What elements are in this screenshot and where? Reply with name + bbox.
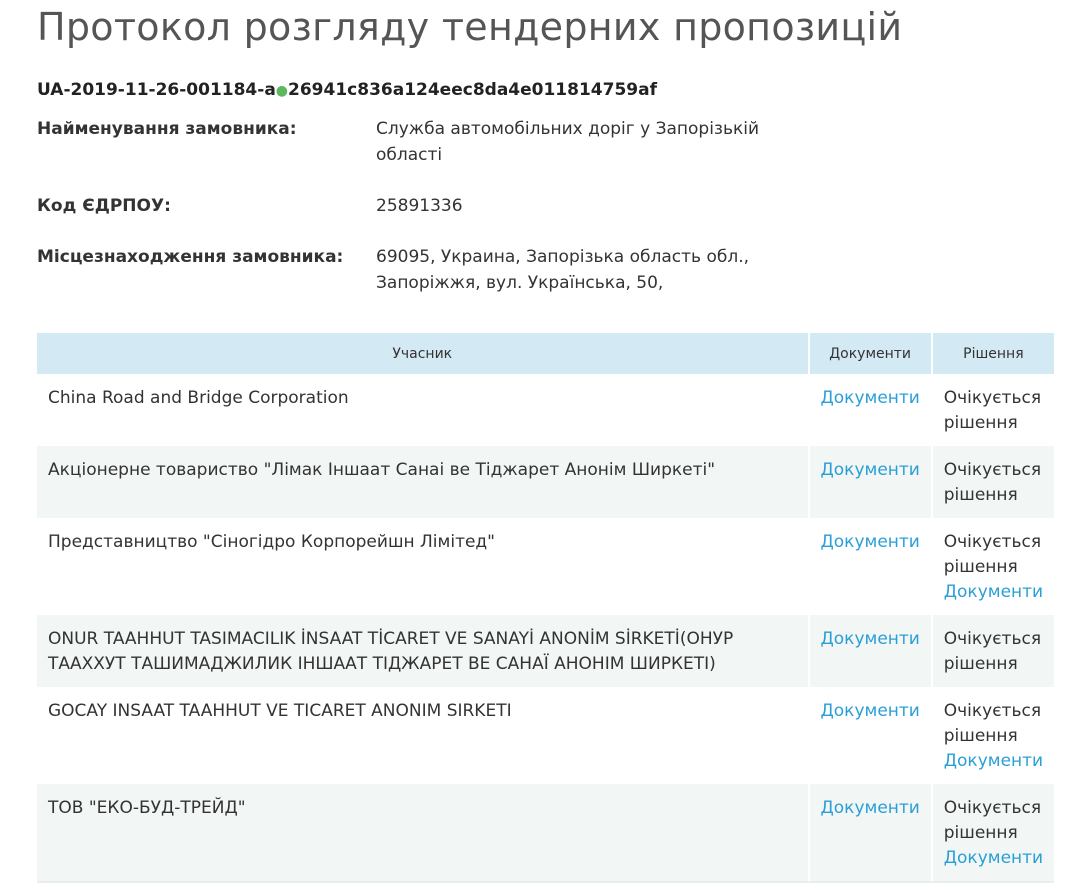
documents-link[interactable]: Документи bbox=[821, 798, 920, 818]
participant-name: Представництво "Сіногідро Корпорейшн Лім… bbox=[37, 518, 810, 615]
tender-id-code: UA-2019-11-26-001184-a bbox=[37, 80, 276, 100]
decision-documents-link[interactable]: Документи bbox=[944, 848, 1043, 868]
participant-name: ONUR TAAHHUT TASIMACILIK İNSAAT TİCARET … bbox=[37, 615, 810, 687]
participants-table: Учасник Документи Рішення China Road and… bbox=[37, 333, 1054, 881]
location-row: Місцезнаходження замовника: 69095, Украи… bbox=[37, 244, 817, 296]
edrpou-row: Код ЄДРПОУ: 25891336 bbox=[37, 193, 817, 219]
status-dot-icon: ● bbox=[275, 83, 289, 99]
tender-id: UA-2019-11-26-001184-a●26941c836a124eec8… bbox=[37, 79, 1083, 102]
location-value: 69095, Украина, Запорізька область обл.,… bbox=[376, 247, 750, 293]
decision-status: Очікується рішення bbox=[943, 532, 1042, 577]
documents-link[interactable]: Документи bbox=[821, 460, 920, 480]
table-row: China Road and Bridge Corporation Докуме… bbox=[37, 374, 1054, 446]
documents-link[interactable]: Документи bbox=[821, 701, 920, 721]
customer-info: Найменування замовника: Служба автомобіл… bbox=[37, 116, 817, 296]
page-title: Протокол розгляду тендерних пропозицій bbox=[37, 5, 903, 49]
table-row: GOCAY INSAAT TAAHHUT VE TICARET ANONIM S… bbox=[37, 687, 1054, 784]
participant-name: ТОВ "ЕКО-БУД-ТРЕЙД" bbox=[37, 784, 810, 881]
table-bottom-divider bbox=[37, 881, 1054, 883]
decision-status: Очікується рішення bbox=[943, 701, 1042, 746]
participant-name: GOCAY INSAAT TAAHHUT VE TICARET ANONIM S… bbox=[37, 687, 810, 784]
decision-status: Очікується рішення bbox=[943, 629, 1042, 674]
table-row: ТОВ "ЕКО-БУД-ТРЕЙД" Документи Очікується… bbox=[37, 784, 1054, 881]
page: Протокол розгляду тендерних пропозицій U… bbox=[0, 0, 1083, 296]
header-decision: Рішення bbox=[932, 333, 1054, 374]
decision-documents-link[interactable]: Документи bbox=[944, 751, 1043, 771]
decision-documents-link[interactable]: Документи bbox=[944, 582, 1043, 602]
header-documents: Документи bbox=[809, 333, 933, 374]
table-header-row: Учасник Документи Рішення bbox=[37, 333, 1054, 374]
decision-status: Очікується рішення bbox=[943, 798, 1042, 843]
participant-name: Акціонерне товариство "Лімак Іншаат Сана… bbox=[37, 446, 810, 518]
header-participant: Учасник bbox=[37, 333, 810, 374]
customer-name-label: Найменування замовника: bbox=[37, 119, 297, 139]
documents-link[interactable]: Документи bbox=[821, 532, 920, 552]
tender-hash: 26941c836a124eec8da4e011814759af bbox=[288, 80, 657, 100]
table-row: ONUR TAAHHUT TASIMACILIK İNSAAT TİCARET … bbox=[37, 615, 1054, 687]
participant-name: China Road and Bridge Corporation bbox=[37, 374, 810, 446]
edrpou-value: 25891336 bbox=[376, 196, 463, 216]
documents-link[interactable]: Документи bbox=[821, 388, 920, 408]
customer-name-row: Найменування замовника: Служба автомобіл… bbox=[37, 116, 817, 168]
customer-name-value: Служба автомобільних доріг у Запорізькій… bbox=[376, 119, 760, 165]
table-row: Акціонерне товариство "Лімак Іншаат Сана… bbox=[37, 446, 1054, 518]
documents-link[interactable]: Документи bbox=[821, 629, 920, 649]
location-label: Місцезнаходження замовника: bbox=[37, 247, 344, 267]
edrpou-label: Код ЄДРПОУ: bbox=[37, 196, 171, 216]
table-row: Представництво "Сіногідро Корпорейшн Лім… bbox=[37, 518, 1054, 615]
decision-status: Очікується рішення bbox=[943, 388, 1042, 433]
decision-status: Очікується рішення bbox=[943, 460, 1042, 505]
